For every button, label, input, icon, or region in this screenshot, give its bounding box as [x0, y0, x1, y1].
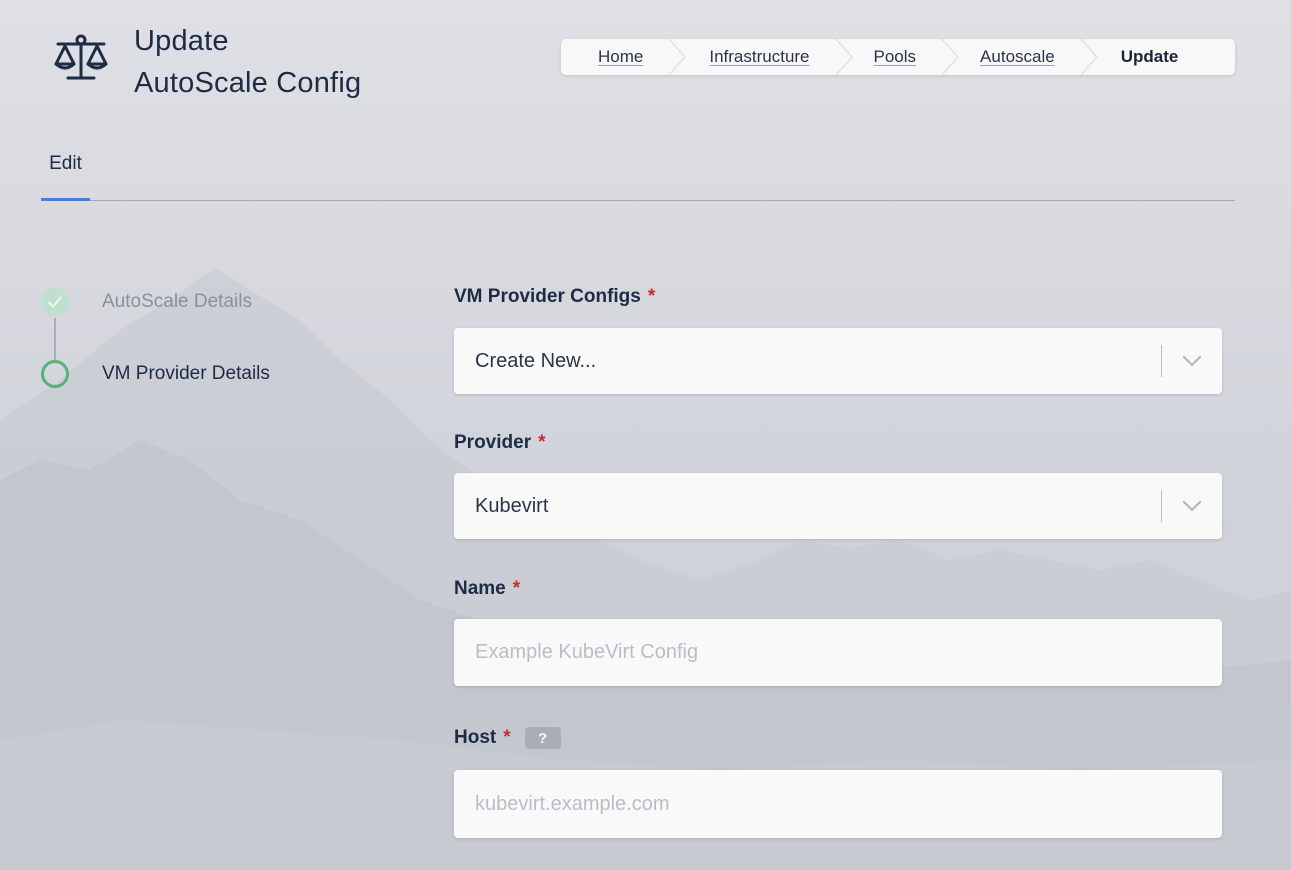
breadcrumb-pools-label[interactable]: Pools: [874, 47, 917, 67]
host-input[interactable]: [454, 770, 1222, 838]
page-title: Update AutoScale Config: [134, 20, 361, 104]
tab-edit-label[interactable]: Edit: [49, 153, 82, 175]
breadcrumb-pools[interactable]: Pools: [874, 39, 917, 75]
step-vm-provider-details[interactable]: VM Provider Details: [41, 360, 270, 388]
step-autoscale-details-label[interactable]: AutoScale Details: [102, 291, 252, 313]
page-header: Update AutoScale Config: [52, 20, 361, 104]
breadcrumb-autoscale[interactable]: Autoscale: [980, 39, 1055, 75]
vm-provider-configs-label-text: VM Provider Configs: [454, 286, 641, 307]
name-input[interactable]: [454, 619, 1222, 686]
step-connector: [54, 318, 56, 362]
page-title-line2: AutoScale Config: [134, 67, 362, 99]
help-tooltip-button[interactable]: ?: [524, 727, 561, 749]
required-marker: *: [512, 578, 521, 599]
provider-select[interactable]: Kubevirt: [454, 473, 1222, 539]
name-label-text: Name: [454, 578, 506, 599]
page-title-line1: Update: [134, 25, 229, 57]
name-label: Name *: [454, 578, 520, 600]
required-marker: *: [647, 286, 656, 307]
scale-balance-icon: [54, 34, 108, 80]
tab-edit[interactable]: Edit: [41, 130, 90, 201]
breadcrumb-autoscale-label[interactable]: Autoscale: [980, 47, 1055, 67]
step-complete-dot: [41, 288, 69, 316]
breadcrumb-home[interactable]: Home: [598, 39, 643, 75]
required-marker: *: [503, 727, 511, 748]
check-icon: [48, 296, 62, 308]
breadcrumb-chevron-icon: [834, 39, 853, 75]
tab-bar: Edit: [41, 130, 1235, 201]
required-marker: *: [538, 432, 546, 453]
step-autoscale-details[interactable]: AutoScale Details: [41, 288, 252, 316]
step-vm-provider-details-label[interactable]: VM Provider Details: [102, 363, 270, 385]
breadcrumb-home-label[interactable]: Home: [598, 47, 643, 67]
step-current-dot: [41, 360, 69, 388]
chevron-down-icon[interactable]: [1162, 328, 1222, 394]
breadcrumb-chevron-icon: [668, 39, 687, 75]
breadcrumb-chevron-icon: [1080, 39, 1098, 75]
host-label: Host * ?: [454, 727, 561, 749]
vm-provider-configs-select[interactable]: Create New...: [454, 328, 1222, 394]
breadcrumb-update-label: Update: [1120, 47, 1179, 66]
vm-provider-configs-value[interactable]: Create New...: [475, 350, 1161, 373]
provider-label-text: Provider: [454, 432, 532, 453]
breadcrumb-infrastructure-label[interactable]: Infrastructure: [709, 47, 809, 67]
vm-provider-configs-label: VM Provider Configs *: [454, 286, 655, 308]
breadcrumb-update: Update: [1121, 39, 1179, 75]
chevron-down-icon[interactable]: [1162, 473, 1222, 539]
breadcrumb-infrastructure[interactable]: Infrastructure: [709, 39, 809, 75]
breadcrumb: Home Infrastructure Pools Autoscale Upda…: [561, 39, 1235, 75]
breadcrumb-chevron-icon: [941, 39, 960, 75]
provider-label: Provider *: [454, 432, 546, 454]
provider-value[interactable]: Kubevirt: [475, 495, 1161, 518]
host-label-text: Host: [454, 727, 497, 748]
